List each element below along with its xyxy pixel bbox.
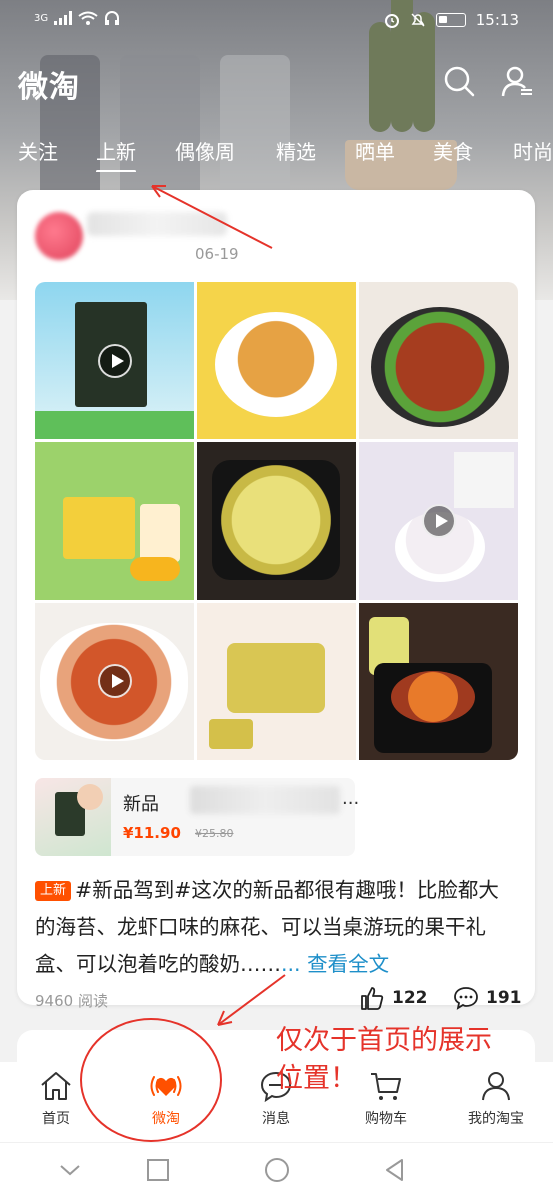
home-circle-icon[interactable] [262,1155,292,1185]
status-bar: 3G 15:13 [0,0,553,44]
tab-idol-week[interactable]: 偶像周 [175,136,235,165]
photo-seaweed-crackers[interactable] [197,602,356,760]
like-button[interactable]: 122 [359,985,428,1011]
tab-follow[interactable]: 关注 [18,136,58,165]
new-tag: 上新 [35,881,72,901]
comment-icon [454,987,478,1010]
photo-fruit-gift-box[interactable] [35,442,194,600]
feed-tabs: 关注 上新 偶像周 精选 晒单 美食 时尚 [0,128,553,172]
annotation-line-2: 位置！ [276,1063,357,1094]
read-more-link[interactable]: ... 查看全文 [281,952,389,976]
wifi-icon [78,11,98,25]
product-original-price: ¥25.80 [195,827,234,840]
play-icon[interactable] [97,343,132,378]
read-count: 9460 阅读 [35,992,108,1010]
signal-icon [54,11,73,25]
user-icon[interactable] [500,64,534,98]
feed-post-card[interactable]: 06-19 新品 ... ¥11.90 ¥25.80 上新 #新品驾到#这次的新… [17,190,535,1010]
nav-label: 首页 [42,1111,70,1127]
search-icon[interactable] [442,64,476,98]
headset-icon [105,11,120,25]
app-bar: 微淘 [0,50,553,120]
post-text[interactable]: 上新 #新品驾到#这次的新品都很有趣哦！比脸都大的海苔、龙虾口味的麻花、可以当桌游… [35,872,519,983]
product-name-ellipsis: ... [342,788,360,809]
product-thumbnail [35,778,111,856]
alarm-icon [384,14,399,28]
photo-pickled-fish-hotpot[interactable] [197,442,356,600]
photo-duck-wings[interactable] [359,282,518,440]
product-name-blurred [190,786,340,814]
product-name: 新品 [123,794,159,815]
author-name-blurred [87,212,227,236]
photo-self-heating-hotpot[interactable] [359,602,518,760]
hide-nav-icon[interactable] [55,1155,85,1185]
tab-new-arrivals[interactable]: 上新 [96,136,136,172]
product-card[interactable]: 新品 ... ¥11.90 ¥25.80 [35,778,359,856]
battery-icon [435,13,466,27]
tab-show-orders[interactable]: 晒单 [355,136,395,165]
home-icon [41,1072,71,1100]
tab-food[interactable]: 美食 [433,136,473,165]
system-nav-bar [0,1142,553,1199]
network-label: 3G [34,12,49,24]
mute-bell-icon [411,13,425,27]
back-icon[interactable] [380,1155,410,1185]
annotation-circle [80,1018,222,1142]
photo-spicy-fish[interactable] [35,602,194,760]
nav-label: 购物车 [365,1111,407,1127]
post-date: 06-19 [195,245,239,263]
photo-seaweed[interactable] [35,282,194,440]
tab-fashion[interactable]: 时尚 [513,136,553,165]
comment-count: 191 [486,988,522,1008]
photo-yogurt[interactable] [359,442,518,600]
post-body: #新品驾到#这次的新品都很有趣哦！比脸都大的海苔、龙虾口味的麻花、可以当桌游玩的… [35,878,499,976]
page-title: 微淘 [18,70,80,105]
play-icon[interactable] [421,503,456,538]
like-count: 122 [392,988,428,1008]
recent-apps-icon[interactable] [143,1155,173,1185]
photo-grid [35,282,518,760]
avatar[interactable] [35,212,83,260]
play-icon[interactable] [97,664,132,699]
annotation-text: 仅次于首页的展示 位置！ [276,1022,536,1098]
tab-featured[interactable]: 精选 [276,136,316,165]
comment-button[interactable]: 191 [453,985,522,1011]
annotation-line-1: 仅次于首页的展示 [276,1025,492,1056]
product-price: ¥11.90 [123,824,181,842]
nav-label: 我的淘宝 [468,1111,524,1127]
clock: 15:13 [475,11,519,29]
photo-twist-snack[interactable] [197,282,356,440]
nav-label: 消息 [262,1111,290,1127]
thumbs-up-icon [361,987,384,1010]
